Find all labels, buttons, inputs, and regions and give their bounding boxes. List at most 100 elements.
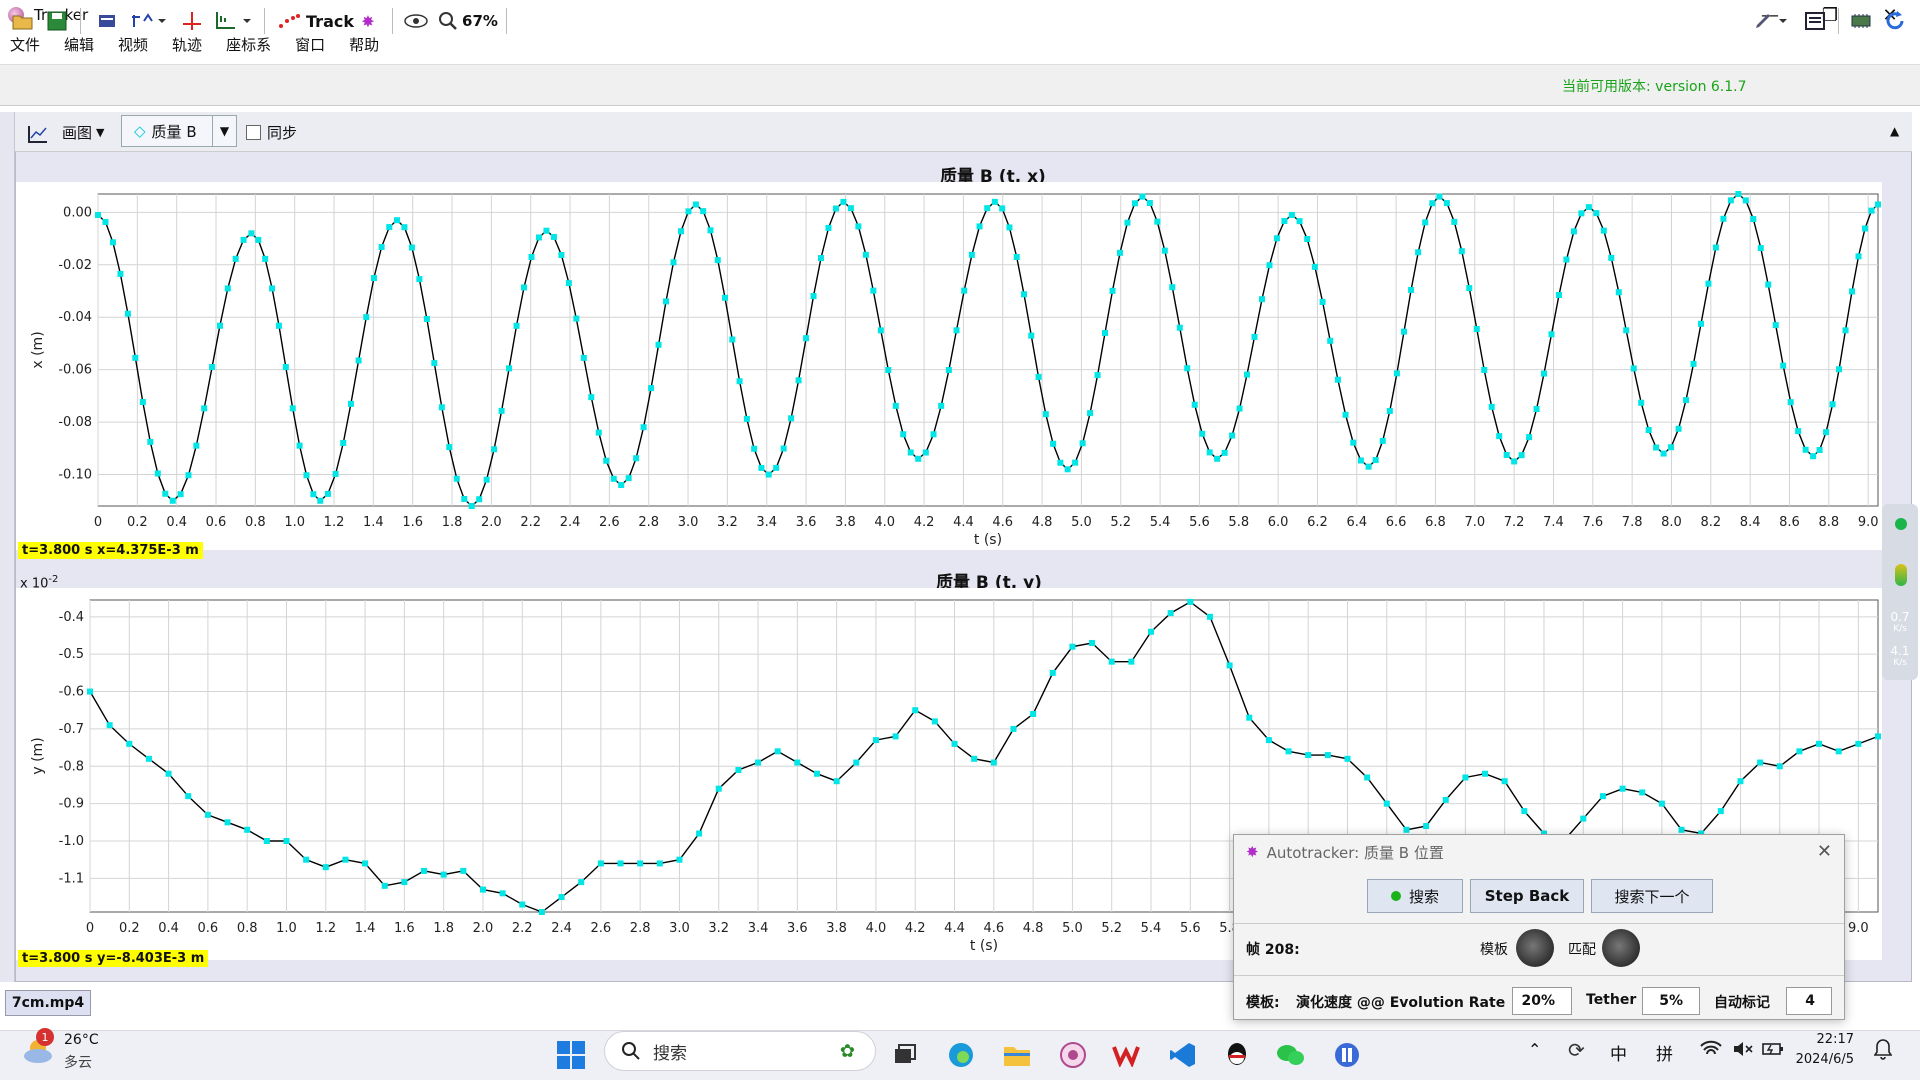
data-point — [765, 471, 772, 478]
eye-icon[interactable] — [402, 6, 430, 36]
evolution-rate-spinner[interactable]: 20% — [1512, 987, 1572, 1015]
edge-browser-icon[interactable] — [944, 1038, 978, 1072]
x-tick-label: 7.8 — [1622, 515, 1643, 530]
wifi-icon[interactable] — [1700, 1040, 1722, 1062]
sync-tray-icon[interactable]: ⟳ — [1568, 1038, 1585, 1062]
menu-help[interactable]: 帮助 — [349, 34, 379, 55]
autotracker-icon[interactable]: ✸ — [356, 6, 380, 36]
sync-checkbox[interactable]: 同步 — [246, 118, 297, 146]
data-point — [1258, 296, 1265, 303]
wps-office-icon[interactable] — [1110, 1038, 1144, 1072]
data-point — [498, 407, 505, 414]
data-point — [1364, 774, 1371, 781]
data-point — [1187, 598, 1194, 605]
data-point — [132, 354, 139, 361]
x-tick-label: 6.4 — [1346, 515, 1367, 530]
wechat-icon[interactable] — [1274, 1038, 1308, 1072]
data-point — [1875, 733, 1881, 740]
menu-file[interactable]: 文件 — [10, 34, 40, 55]
data-point — [438, 404, 445, 411]
memory-icon[interactable] — [1848, 6, 1874, 36]
video-file-tab[interactable]: 7cm.mp4 — [5, 990, 91, 1016]
x-tick-label: 4.8 — [1032, 515, 1053, 530]
version-notice[interactable]: 当前可用版本: version 6.1.7 — [1562, 76, 1747, 96]
volume-muted-icon[interactable] — [1732, 1040, 1754, 1062]
notes-icon[interactable] — [1802, 6, 1828, 36]
clock-time[interactable]: 22:17 — [1798, 1032, 1854, 1047]
data-point — [1030, 710, 1037, 717]
data-point — [696, 830, 703, 837]
data-point — [558, 894, 565, 901]
track-dropdown-icon[interactable]: ▼ — [212, 116, 236, 146]
data-point — [1383, 800, 1390, 807]
data-point — [603, 457, 610, 464]
data-point — [1772, 322, 1779, 329]
plot-icon[interactable] — [26, 120, 48, 148]
dialog-close-icon[interactable]: ✕ — [1817, 841, 1832, 862]
status-dot-green — [1895, 518, 1907, 530]
notification-bell-icon[interactable] — [1873, 1038, 1893, 1064]
task-view-icon[interactable] — [888, 1038, 922, 1072]
search-button[interactable]: 搜索 — [1367, 879, 1463, 913]
data-point — [528, 253, 535, 260]
app-icon-blue[interactable] — [1330, 1038, 1364, 1072]
taskbar-search[interactable]: 搜索 ✿ — [604, 1031, 876, 1071]
data-point — [332, 470, 339, 477]
menu-coords[interactable]: 座标系 — [226, 34, 271, 55]
data-point — [1221, 449, 1228, 456]
data-point — [499, 890, 506, 897]
windows-start-icon[interactable] — [554, 1038, 588, 1072]
vscode-icon[interactable] — [1166, 1038, 1200, 1072]
graph-x-vs-t[interactable]: 0 0.2 0.4 0.6 0.8 1.0 1.2 1.4 1.6 1.8 2.0 2.2 2.4 2.6… — [16, 182, 1882, 550]
autotracker-title: Autotracker: 质量 B 位置 — [1266, 843, 1444, 862]
track-menu-button[interactable]: Track — [276, 6, 356, 36]
data-point — [1379, 437, 1386, 444]
save-icon[interactable] — [44, 6, 70, 36]
pencil-tools-icon[interactable] — [1752, 6, 1792, 36]
data-point — [87, 688, 93, 695]
data-point — [1010, 725, 1017, 732]
search-next-button[interactable]: 搜索下一个 — [1591, 879, 1713, 913]
data-point — [991, 198, 998, 205]
menu-edit[interactable]: 编辑 — [64, 34, 94, 55]
plot-menu-button[interactable]: 画图 ▼ — [62, 118, 104, 146]
show-hidden-icons-icon[interactable]: ⌃ — [1528, 1040, 1541, 1059]
coordinate-tools-icon[interactable] — [212, 6, 254, 36]
menu-track[interactable]: 轨迹 — [172, 34, 202, 55]
step-back-button[interactable]: Step Back — [1470, 879, 1584, 913]
x-tick-label: 6.0 — [1268, 515, 1289, 530]
tether-spinner[interactable]: 5% — [1642, 987, 1700, 1015]
ime-mode[interactable]: 中 — [1610, 1040, 1627, 1065]
plot-menu-label: 画图 — [62, 123, 93, 142]
x-tick-label: 4.2 — [914, 515, 935, 530]
x-tick-label: 0.8 — [237, 921, 258, 936]
qq-icon[interactable] — [1220, 1038, 1254, 1072]
data-point — [1167, 610, 1174, 617]
plot-area — [97, 193, 1879, 507]
data-point — [1750, 216, 1757, 223]
axes-icon[interactable] — [180, 6, 204, 36]
clock-date[interactable]: 2024/6/5 — [1778, 1052, 1854, 1067]
zoom-button[interactable]: 67% — [438, 6, 498, 36]
x-tick-label: 4.8 — [1023, 921, 1044, 936]
menu-video[interactable]: 视频 — [118, 34, 148, 55]
ime-pinyin[interactable]: 拼 — [1656, 1040, 1673, 1065]
data-point — [1311, 263, 1318, 270]
refresh-icon[interactable] — [1882, 6, 1908, 36]
collapse-icon[interactable]: ▲ — [1890, 124, 1899, 138]
track-selector[interactable]: ◇ 质量 B ▼ — [121, 115, 237, 147]
data-point — [283, 838, 290, 845]
data-point — [1415, 249, 1422, 256]
menu-window[interactable]: 窗口 — [295, 34, 325, 55]
file-explorer-icon[interactable] — [1000, 1038, 1034, 1072]
checkbox-box[interactable] — [246, 124, 261, 140]
automark-spinner[interactable]: 4 — [1786, 987, 1832, 1015]
open-folder-icon[interactable] — [10, 6, 36, 36]
data-point — [968, 251, 975, 258]
data-point — [550, 233, 557, 240]
clip-settings-icon[interactable] — [96, 6, 118, 36]
data-point — [677, 228, 684, 235]
calibration-tools-icon[interactable] — [128, 6, 168, 36]
tracker-taskbar-icon[interactable] — [1056, 1038, 1090, 1072]
x-tick-label: 1.2 — [315, 921, 336, 936]
